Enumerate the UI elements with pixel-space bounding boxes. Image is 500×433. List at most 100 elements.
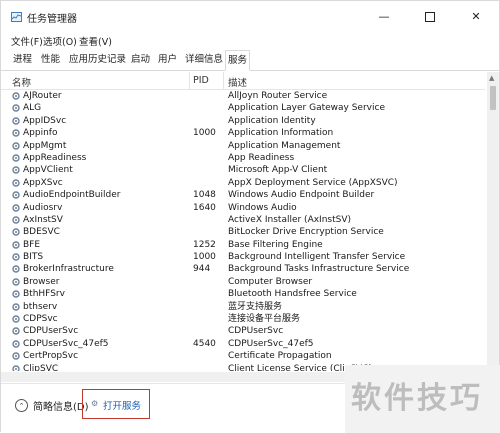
service-description: App Readiness: [228, 152, 295, 163]
service-icon: [12, 141, 20, 150]
table-row[interactable]: AJRouter AllJoyn Router Service: [1, 90, 485, 102]
service-pid: 1000: [193, 252, 216, 263]
table-row[interactable]: bthserv 蓝牙支持服务: [1, 301, 485, 313]
service-name: BDESVC: [23, 227, 60, 238]
table-row[interactable]: BthHFSrv Bluetooth Handsfree Service: [1, 288, 485, 300]
open-services-label: 打开服务: [103, 401, 142, 412]
table-row[interactable]: BFE 1252 Base Filtering Engine: [1, 239, 485, 251]
table-row[interactable]: ALG Application Layer Gateway Service: [1, 102, 485, 114]
menu-options[interactable]: 选项(O): [43, 34, 77, 48]
service-icon: [12, 104, 20, 113]
service-description: Microsoft App-V Client: [228, 165, 328, 176]
table-row[interactable]: Audiosrv 1640 Windows Audio: [1, 202, 485, 214]
service-icon: [12, 166, 20, 175]
table-row[interactable]: AppReadiness App Readiness: [1, 152, 485, 164]
collapse-details-button[interactable]: ⌃: [15, 399, 28, 412]
table-row[interactable]: CDPSvc 连接设备平台服务: [1, 313, 485, 325]
tab-app-history[interactable]: 应用历史记录: [67, 51, 128, 69]
service-name: ClipSVC: [23, 363, 59, 371]
scrollbar-thumb[interactable]: [490, 86, 496, 110]
column-pid-header[interactable]: PID: [193, 75, 209, 86]
minimize-icon: —: [378, 10, 390, 23]
column-divider[interactable]: [223, 72, 224, 89]
services-icon: ⚙: [91, 399, 99, 408]
table-row[interactable]: BrokerInfrastructure 944 Background Tasks …: [1, 263, 485, 275]
table-row[interactable]: CertPropSvc Certificate Propagation: [1, 350, 485, 362]
service-name: AppVClient: [23, 165, 73, 176]
chevron-up-icon: ⌃: [18, 401, 25, 410]
service-description: Background Tasks Infrastructure Service: [228, 264, 410, 275]
service-icon: [12, 253, 20, 261]
table-row[interactable]: AxInstSV ActiveX Installer (AxInstSV): [1, 214, 485, 226]
task-manager-icon: [11, 12, 22, 22]
service-icon: [12, 92, 20, 100]
service-name: AppXSvc: [23, 177, 63, 188]
service-icon: [12, 129, 20, 137]
tab-processes[interactable]: 进程: [11, 51, 34, 69]
tab-users[interactable]: 用户: [156, 51, 179, 69]
table-row[interactable]: Appinfo 1000 Application Information: [1, 127, 485, 139]
service-icon: [12, 278, 20, 286]
tab-startup[interactable]: 启动: [129, 51, 152, 69]
service-description: 连接设备平台服务: [228, 314, 301, 325]
table-row[interactable]: AppXSvc AppX Deployment Service (AppXSVC): [1, 177, 485, 189]
service-icon: [12, 228, 20, 236]
close-button[interactable]: ✕: [453, 1, 499, 32]
service-icon: [12, 340, 20, 348]
service-name: BthHFSrv: [23, 289, 65, 300]
menu-view[interactable]: 查看(V): [79, 34, 112, 48]
column-description-header[interactable]: 描述: [228, 75, 247, 89]
service-description: AllJoyn Router Service: [228, 91, 328, 101]
tab-details[interactable]: 详细信息: [183, 51, 225, 69]
service-name: BrokerInfrastructure: [23, 264, 114, 275]
table-row[interactable]: AppIDSvc Application Identity: [1, 115, 485, 127]
service-icon: [12, 315, 20, 323]
column-divider[interactable]: [189, 72, 190, 89]
open-services-button[interactable]: ⚙ 打开服务: [82, 389, 150, 419]
service-name: CDPUserSvc_47ef5: [23, 338, 109, 349]
table-row[interactable]: AppMgmt Application Management: [1, 140, 485, 152]
service-description: BitLocker Drive Encryption Service: [228, 227, 384, 238]
task-manager-window: 任务管理器 — ✕ 文件(F) 选项(O) 查看(V) 进程 性能 应用历史记录…: [0, 0, 500, 433]
column-name-header[interactable]: 名称: [12, 75, 31, 89]
title-bar: 任务管理器 — ✕: [1, 1, 499, 32]
service-description: Background Intelligent Transfer Service: [228, 252, 406, 263]
service-description: ActiveX Installer (AxInstSV): [228, 214, 352, 225]
watermark: 软件技巧: [345, 365, 500, 433]
service-pid: 1048: [193, 190, 216, 201]
service-name: AJRouter: [23, 91, 62, 101]
service-description: Computer Browser: [228, 276, 313, 287]
service-icon: [12, 352, 20, 360]
menu-bar: 文件(F) 选项(O) 查看(V): [1, 32, 499, 48]
tab-services[interactable]: 服务: [225, 50, 251, 71]
minimize-button[interactable]: —: [361, 1, 407, 32]
maximize-button[interactable]: [407, 1, 453, 32]
service-icon: [12, 265, 20, 274]
service-icon: [12, 179, 20, 187]
service-description: Base Filtering Engine: [228, 239, 323, 250]
service-description: AppX Deployment Service (AppXSVC): [228, 177, 398, 188]
table-row[interactable]: BDESVC BitLocker Drive Encryption Service: [1, 226, 485, 238]
table-row[interactable]: AudioEndpointBuilder 1048 Windows Audio En…: [1, 189, 485, 201]
watermark-text: 软件技巧: [351, 381, 483, 416]
table-row[interactable]: Browser Computer Browser: [1, 276, 485, 288]
service-pid: 4540: [193, 338, 216, 349]
table-row[interactable]: BITS 1000 Background Intelligent Transfer …: [1, 251, 485, 263]
menu-file[interactable]: 文件(F): [11, 34, 43, 48]
service-name: CDPUserSvc: [23, 326, 79, 337]
table-row[interactable]: CDPUserSvc_47ef5 4540 CDPUserSvc_47ef5: [1, 338, 485, 350]
tab-performance[interactable]: 性能: [39, 51, 62, 69]
scroll-up-icon[interactable]: ▲: [489, 74, 494, 82]
table-row[interactable]: CDPUserSvc CDPUserSvc: [1, 325, 485, 337]
vertical-scrollbar[interactable]: ▲: [487, 72, 499, 372]
table-row[interactable]: AppVClient Microsoft App-V Client: [1, 164, 485, 176]
service-name: AppMgmt: [23, 140, 67, 151]
service-name: AxInstSV: [23, 214, 63, 225]
service-pid: 1252: [193, 239, 216, 250]
service-name: Audiosrv: [23, 202, 63, 213]
service-description: Application Management: [228, 140, 341, 151]
service-pid: 944: [193, 264, 211, 275]
service-icon: [12, 302, 20, 311]
column-header: 名称 PID 描述: [1, 72, 485, 90]
fewer-details-link[interactable]: 简略信息(D): [33, 398, 89, 413]
